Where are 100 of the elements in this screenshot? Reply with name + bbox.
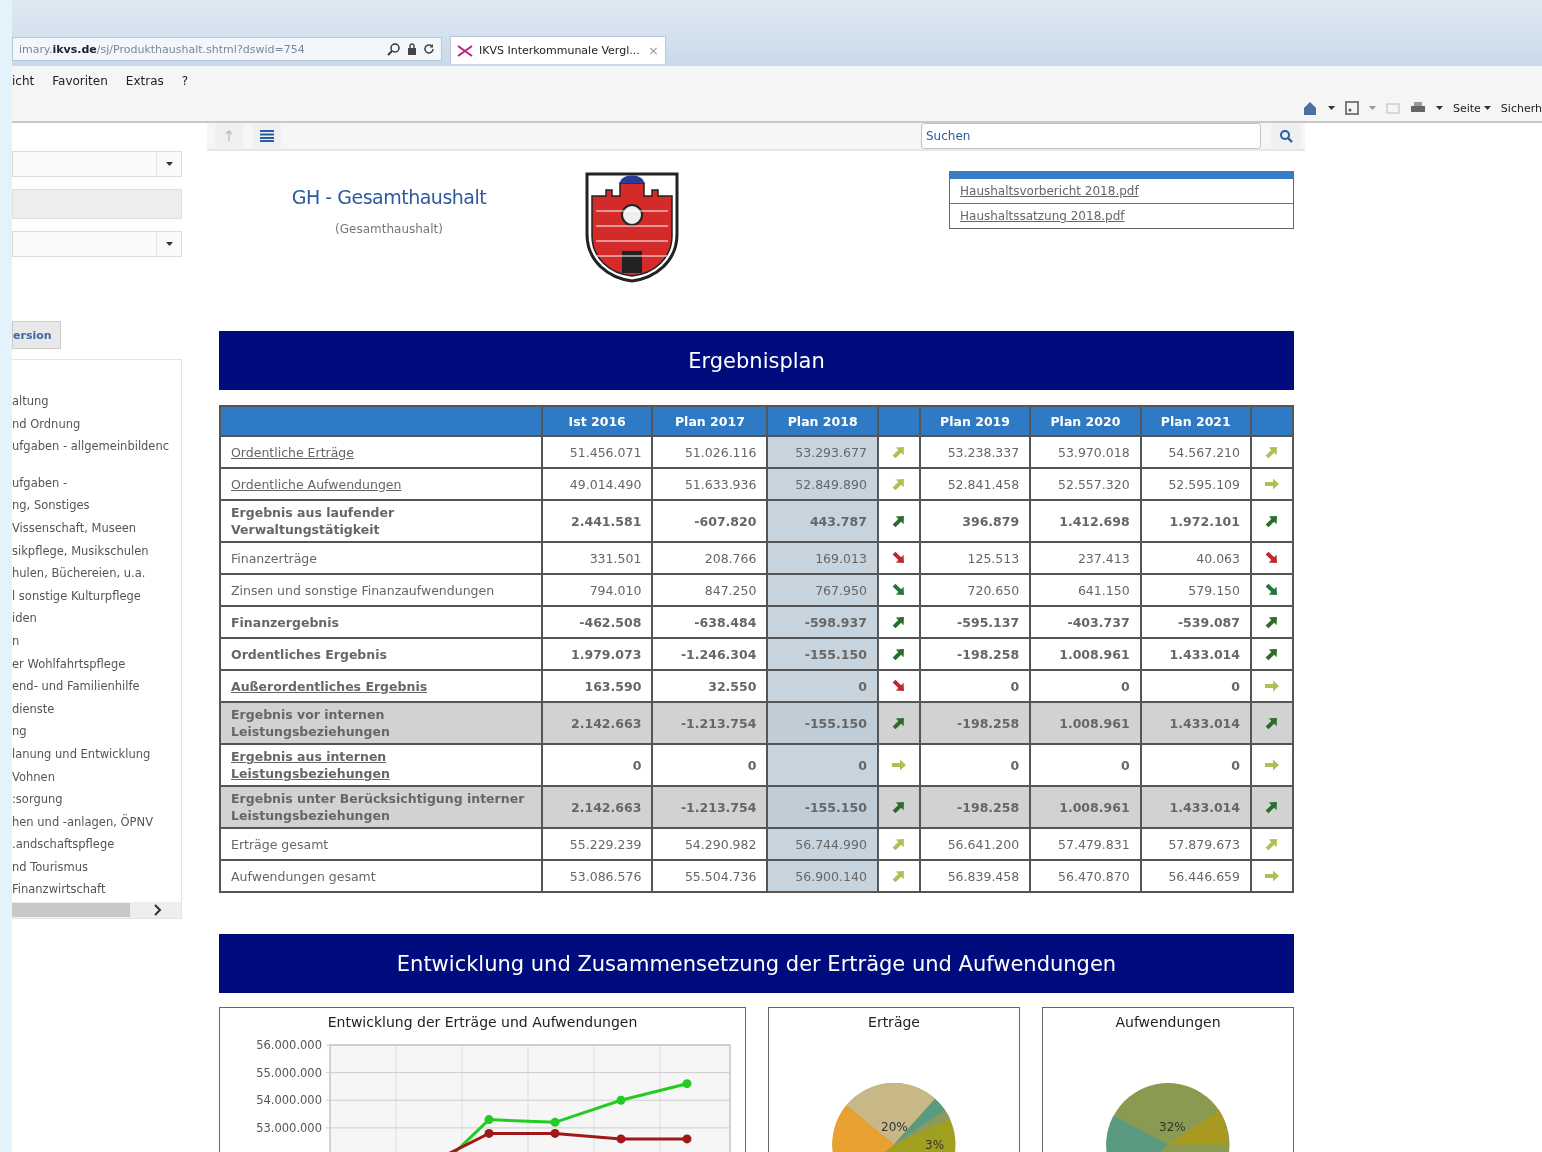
- search-icon: [1279, 129, 1293, 143]
- table-cell: 1.433.014: [1140, 786, 1251, 828]
- tree-item[interactable]: iden: [12, 607, 181, 630]
- row-label[interactable]: Ergebnis aus internen Leistungsbeziehungen: [220, 744, 542, 786]
- menu-item[interactable]: Favoriten: [52, 73, 108, 88]
- browser-tab[interactable]: IKVS Interkommunale Vergl... ×: [450, 36, 666, 64]
- table-cell: 125.513: [919, 542, 1031, 574]
- chevron-right-icon[interactable]: [153, 904, 163, 916]
- tree-item[interactable]: end- und Familienhilfe: [12, 675, 181, 698]
- tree-item[interactable]: altung: [12, 390, 181, 413]
- table-cell: 163.590: [542, 670, 653, 702]
- table-cell: -155.150: [767, 786, 878, 828]
- dropdown-caret-icon: [165, 242, 173, 246]
- safety-menu-button[interactable]: Sicherh: [1500, 101, 1542, 115]
- table-cell: 720.650: [919, 574, 1031, 606]
- tree-item[interactable]: l sonstige Kulturpflege: [12, 584, 181, 608]
- feed-icon[interactable]: [1344, 101, 1359, 115]
- tree-item[interactable]: :sorgung: [12, 788, 181, 811]
- table-cell: 1.008.961: [1030, 638, 1141, 670]
- tree-item[interactable]: hen und -anlagen, ÖPNV: [12, 810, 181, 834]
- row-label[interactable]: Ordentliche Erträge: [220, 436, 542, 468]
- table-cell: 0: [919, 744, 1031, 786]
- tree-item[interactable]: ufgaben -: [12, 471, 181, 495]
- list-icon: [260, 130, 274, 142]
- dropdown-caret-icon[interactable]: [1435, 106, 1443, 110]
- table-cell: 54.290.982: [652, 828, 768, 860]
- table-cell: 0: [919, 670, 1031, 702]
- tree-item[interactable]: Finanzwirtschaft: [12, 878, 181, 902]
- table-cell: -1.246.304: [652, 638, 768, 670]
- menu-item[interactable]: Extras: [125, 73, 164, 88]
- dropdown-caret-icon[interactable]: [1327, 106, 1335, 110]
- table-cell: 1.972.101: [1140, 500, 1251, 542]
- y-tick: 56.000.000: [256, 1038, 731, 1052]
- tree-item[interactable]: nd Ordnung: [12, 412, 181, 436]
- menu-item[interactable]: icht: [12, 73, 35, 88]
- refresh-icon[interactable]: [423, 43, 435, 55]
- table-cell: 1.412.698: [1030, 500, 1141, 542]
- row-label: Ordentliches Ergebnis: [220, 638, 542, 670]
- y-tick-label: 56.000.000: [256, 1038, 322, 1052]
- table-cell: 52.557.320: [1030, 468, 1141, 500]
- row-label[interactable]: Außerordentliches Ergebnis: [220, 670, 542, 702]
- tree-item[interactable]: Vohnen: [12, 765, 181, 789]
- table-cell: 1.433.014: [1140, 638, 1251, 670]
- y-tick-label: 53.000.000: [256, 1120, 322, 1135]
- table-cell: 208.766: [652, 542, 768, 574]
- chart-title: Entwicklung der Erträge und Aufwendungen: [327, 1013, 638, 1030]
- menu-item[interactable]: ?: [181, 73, 189, 88]
- table-cell: -198.258: [919, 702, 1031, 744]
- dropdown-caret-icon: [1483, 106, 1491, 110]
- table-cell: -1.213.754: [652, 702, 768, 744]
- tree-item[interactable]: lanung und Entwicklung: [12, 742, 181, 766]
- page-menu-button[interactable]: Seite: [1452, 101, 1491, 115]
- column-header: Plan 2019: [919, 406, 1031, 436]
- tree-item[interactable]: er Wohlfahrtspflege: [12, 652, 181, 676]
- table-cell: 794.010: [542, 574, 653, 606]
- table-cell: 579.150: [1140, 574, 1251, 606]
- printer-icon[interactable]: [1409, 101, 1426, 115]
- tree-item[interactable]: ng: [12, 720, 181, 743]
- table-cell: 443.787: [767, 500, 878, 542]
- section-header: Entwicklung und Zusammensetzung der Erträge und Aufwendungen: [219, 934, 1294, 993]
- row-label[interactable]: Ordentliche Aufwendungen: [220, 468, 542, 500]
- table-cell: 641.150: [1030, 574, 1141, 606]
- address-bar[interactable]: imary.ikvs.de/sj/Produkthaushalt.shtml?dswid=754: [12, 37, 442, 61]
- home-icon[interactable]: [1301, 100, 1318, 116]
- row-label: Zinsen und sonstige Finanzaufwendungen: [220, 574, 542, 606]
- column-header: Plan 2018: [767, 406, 878, 436]
- point: [682, 1134, 692, 1144]
- tree-item[interactable]: Vissenschaft, Museen: [12, 516, 181, 540]
- search-button[interactable]: [1271, 123, 1301, 149]
- point: [550, 1128, 560, 1138]
- input-field[interactable]: [12, 189, 182, 219]
- version-button[interactable]: ersion: [12, 321, 61, 349]
- point: [484, 1128, 494, 1138]
- tree-item[interactable]: nd Tourismus: [12, 855, 181, 879]
- table-cell: -1.213.754: [652, 786, 768, 828]
- tree-item[interactable]: ufgaben - allgemeinbildenc: [12, 435, 181, 458]
- list-view-button[interactable]: [253, 123, 281, 149]
- upload-icon: [224, 130, 234, 142]
- horizontal-scrollbar[interactable]: [12, 902, 181, 918]
- table-cell: 49.014.490: [542, 468, 653, 500]
- table-cell: -155.150: [767, 638, 878, 670]
- search-icon[interactable]: [387, 42, 401, 56]
- tree-item[interactable]: .andschaftspflege: [12, 833, 181, 856]
- table-cell: 57.879.673: [1140, 828, 1251, 860]
- tree-item[interactable]: dienste: [12, 697, 181, 721]
- pie-slice-label: 3%: [925, 1138, 945, 1152]
- tree-item[interactable]: n: [12, 629, 181, 653]
- row-label: Ergebnis unter Berücksichtigung interner Leistungsbeziehungen: [220, 786, 542, 828]
- pie-slice-label: 32%: [1159, 1120, 1186, 1134]
- table-cell: 55.504.736: [652, 860, 768, 892]
- tree-item[interactable]: ng, Sonstiges: [12, 494, 181, 517]
- table-cell: 0: [767, 744, 878, 786]
- table-cell: 0: [767, 670, 878, 702]
- table-cell: 2.142.663: [542, 786, 653, 828]
- lock-icon: [407, 43, 417, 55]
- search-field[interactable]: Suchen: [921, 123, 1261, 149]
- page-title: GH - Gesamthaushalt: [291, 186, 487, 208]
- table-cell: -607.820: [652, 500, 768, 542]
- tree-item[interactable]: sikpflege, Musikschulen: [12, 539, 181, 563]
- tree-item[interactable]: hulen, Büchereien, u.a.: [12, 562, 181, 585]
